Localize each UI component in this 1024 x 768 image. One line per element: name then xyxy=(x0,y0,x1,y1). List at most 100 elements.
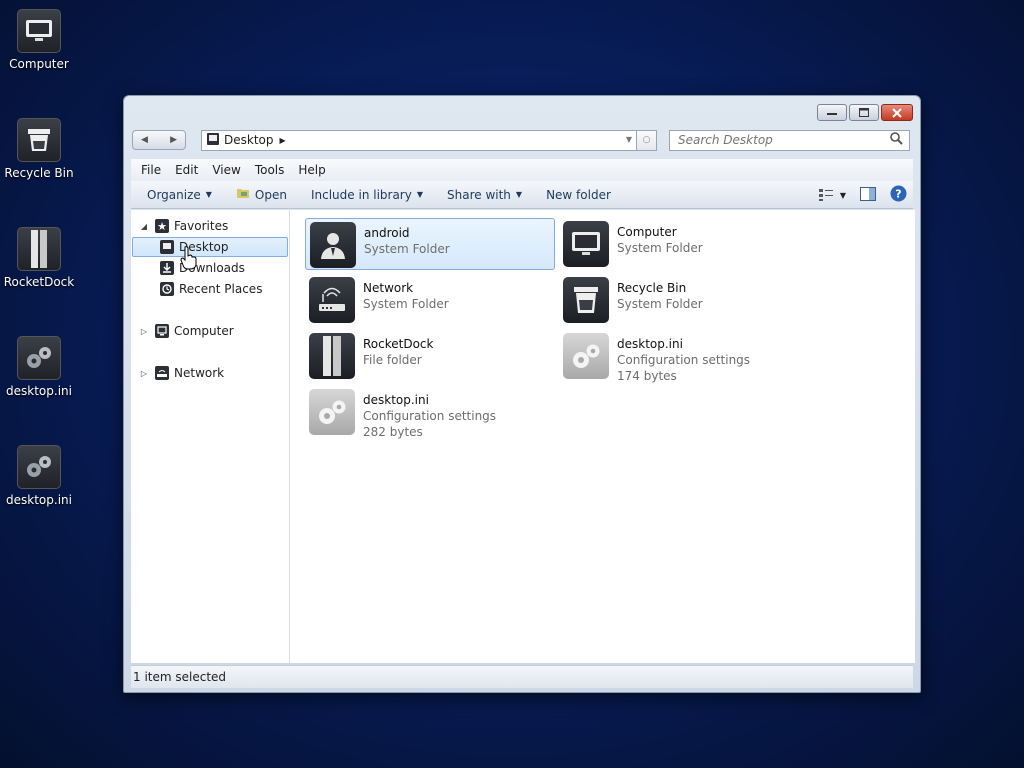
search-input[interactable] xyxy=(676,132,890,148)
svg-text:?: ? xyxy=(895,188,901,201)
caption-buttons xyxy=(817,104,913,121)
file-type: System Folder xyxy=(363,297,449,311)
monitor-icon xyxy=(17,9,61,53)
gears-icon xyxy=(309,389,355,435)
file-text: desktop.ini Configuration settings 282 b… xyxy=(363,389,496,441)
file-type: System Folder xyxy=(617,297,703,311)
back-arrow-icon[interactable]: ◀ xyxy=(141,135,148,145)
menu-edit[interactable]: Edit xyxy=(168,163,205,177)
gears-icon xyxy=(17,445,61,489)
maximize-button[interactable] xyxy=(849,104,879,121)
menu-tools[interactable]: Tools xyxy=(248,163,292,177)
address-dropdown-icon[interactable]: ▼ xyxy=(626,135,632,144)
command-bar: Organize ▼ Open Include in library ▼ Sha… xyxy=(131,181,913,209)
expanded-arrow-icon[interactable]: ◢ xyxy=(139,222,149,231)
router-icon xyxy=(309,277,355,323)
new-folder-label: New folder xyxy=(546,187,611,202)
download-icon xyxy=(159,261,174,276)
desktop-icon-computer[interactable]: Computer xyxy=(0,9,78,71)
share-with-button[interactable]: Share with ▼ xyxy=(439,188,530,202)
search-icon[interactable] xyxy=(890,132,903,148)
file-name: android xyxy=(364,226,410,240)
desktop-icon-desktop-ini-1[interactable]: desktop.ini xyxy=(0,336,78,398)
recycle-bin-icon xyxy=(17,118,61,162)
status-text: 1 item selected xyxy=(133,670,227,684)
nav-network[interactable]: ▷ Network xyxy=(139,363,224,383)
nav-recent-label: Recent Places xyxy=(179,282,263,296)
recent-places-icon xyxy=(159,282,174,297)
desktop-icon-label: Computer xyxy=(9,57,69,71)
chevron-down-icon: ▼ xyxy=(205,190,212,199)
rocketdock-icon xyxy=(17,227,61,271)
file-size: 174 bytes xyxy=(617,369,677,383)
menu-file[interactable]: File xyxy=(134,163,168,177)
organize-button[interactable]: Organize ▼ xyxy=(139,188,220,202)
new-folder-button[interactable]: New folder xyxy=(538,188,619,202)
file-item-computer[interactable]: Computer System Folder xyxy=(559,218,809,270)
desktop-icon-rocketdock[interactable]: RocketDock xyxy=(0,227,78,289)
include-in-library-button[interactable]: Include in library ▼ xyxy=(303,188,431,202)
rocketdock-icon xyxy=(309,333,355,379)
recycle-bin-icon xyxy=(563,277,609,323)
file-list: android System Folder Computer System Fo… xyxy=(290,210,915,663)
help-icon[interactable]: ? xyxy=(890,185,907,205)
minimize-button[interactable] xyxy=(817,104,847,121)
svg-text:★: ★ xyxy=(157,220,167,233)
file-name: Recycle Bin xyxy=(617,281,687,295)
file-name: desktop.ini xyxy=(617,337,683,351)
nav-buttons: ◀ ▶ xyxy=(132,130,186,150)
open-label: Open xyxy=(254,187,287,202)
nav-desktop[interactable]: Desktop xyxy=(132,237,288,257)
file-text: desktop.ini Configuration settings 174 b… xyxy=(617,333,750,385)
file-item-recycle-bin[interactable]: Recycle Bin System Folder xyxy=(559,274,809,326)
forward-arrow-icon[interactable]: ▶ xyxy=(170,135,177,145)
nav-favorites[interactable]: ◢ ★ Favorites xyxy=(139,216,228,236)
preview-pane-icon[interactable] xyxy=(860,186,876,204)
file-type: Configuration settings xyxy=(363,409,497,423)
close-button[interactable] xyxy=(881,104,913,121)
monitor-icon xyxy=(563,221,609,267)
file-text: Computer System Folder xyxy=(617,221,703,267)
nav-favorites-label: Favorites xyxy=(174,219,229,233)
file-item-desktop-ini-282[interactable]: desktop.ini Configuration settings 282 b… xyxy=(305,386,555,444)
file-name: Network xyxy=(363,281,414,295)
file-name: RocketDock xyxy=(363,337,434,351)
file-item-desktop-ini-174[interactable]: desktop.ini Configuration settings 174 b… xyxy=(559,330,809,388)
hand-cursor-icon xyxy=(180,246,198,273)
file-type: System Folder xyxy=(617,241,703,255)
collapsed-arrow-icon[interactable]: ▷ xyxy=(139,369,149,378)
nav-computer[interactable]: ▷ Computer xyxy=(139,321,234,341)
address-bar[interactable]: Desktop ▶ ▼ xyxy=(201,129,637,151)
address-location[interactable]: Desktop xyxy=(224,133,274,147)
file-item-network[interactable]: Network System Folder xyxy=(305,274,555,326)
file-item-rocketdock[interactable]: RocketDock File folder xyxy=(305,330,555,382)
chevron-down-icon: ▼ xyxy=(416,190,423,199)
search-box[interactable] xyxy=(669,129,910,151)
open-icon xyxy=(236,187,250,202)
menu-view[interactable]: View xyxy=(205,163,247,177)
include-label: Include in library xyxy=(310,187,412,202)
menu-bar: File Edit View Tools Help xyxy=(131,159,913,181)
breadcrumb-arrow-icon[interactable]: ▶ xyxy=(280,136,286,145)
view-options-button[interactable]: ▼ xyxy=(818,188,846,202)
gears-icon xyxy=(17,336,61,380)
chevron-down-icon: ▼ xyxy=(515,190,523,199)
nav-recent-places[interactable]: Recent Places xyxy=(159,279,262,299)
desktop-folder-icon xyxy=(206,132,220,149)
menu-help[interactable]: Help xyxy=(291,163,332,177)
file-item-android[interactable]: android System Folder xyxy=(305,218,555,270)
open-button[interactable]: Open xyxy=(228,187,295,202)
nav-network-label: Network xyxy=(174,366,225,380)
navigation-pane: ◢ ★ Favorites Desktop Downloads Recent P… xyxy=(131,210,290,663)
desktop-icon-desktop-ini-2[interactable]: desktop.ini xyxy=(0,445,78,507)
desktop-icon-recycle-bin[interactable]: Recycle Bin xyxy=(0,118,78,180)
gears-icon xyxy=(563,333,609,379)
desktop-icon-label: RocketDock xyxy=(3,275,75,289)
nav-downloads[interactable]: Downloads xyxy=(159,258,245,278)
file-type: System Folder xyxy=(364,242,450,256)
file-type: Configuration settings xyxy=(617,353,751,367)
status-bar: 1 item selected xyxy=(131,665,913,688)
refresh-icon[interactable]: ○ xyxy=(637,129,657,151)
collapsed-arrow-icon[interactable]: ▷ xyxy=(139,327,149,336)
file-type: File folder xyxy=(363,353,422,367)
